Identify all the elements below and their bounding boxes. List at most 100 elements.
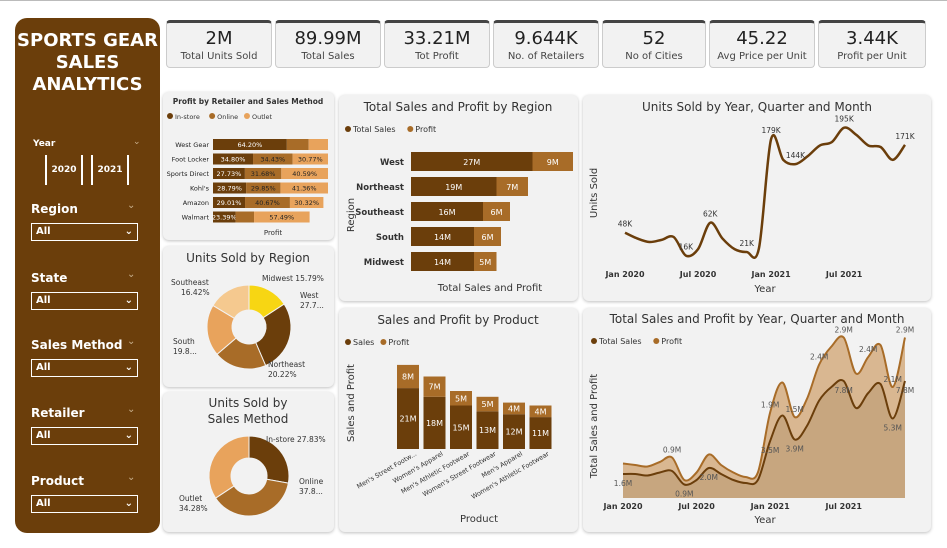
legend-label: Profit bbox=[388, 338, 409, 347]
legend-label: Profit bbox=[415, 125, 436, 134]
chevron-down-icon[interactable]: ⌄ bbox=[127, 269, 135, 280]
data-label: 3.9M bbox=[785, 445, 803, 454]
data-label: West bbox=[300, 291, 318, 300]
pie-slice bbox=[208, 435, 250, 499]
data-label: 28.79% bbox=[217, 185, 242, 193]
legend-label: Profit bbox=[661, 337, 682, 346]
data-label: 13M bbox=[479, 426, 496, 435]
retailer-select[interactable]: All ⌄ bbox=[31, 427, 138, 445]
data-label: Online bbox=[299, 477, 324, 486]
category-label: Southeast bbox=[355, 208, 404, 218]
kpi-retailers: 9.644K No. of Retailers bbox=[493, 20, 599, 68]
chart-title: Total Sales and Profit by Region bbox=[363, 100, 553, 114]
tick-label: Jan 2021 bbox=[750, 502, 791, 511]
bar-segment bbox=[286, 139, 309, 150]
data-label: 29.85% bbox=[251, 185, 276, 193]
kpi-cities: 52 No of Cities bbox=[602, 20, 706, 68]
sales-profit-by-product-panel: Sales and Profit by Product Sales Profit 21… bbox=[339, 308, 578, 532]
region-filter-label: Region bbox=[31, 202, 78, 216]
data-label: 16K bbox=[679, 243, 695, 252]
data-label: 29.01% bbox=[217, 199, 242, 207]
data-label: 2.4M bbox=[859, 345, 877, 354]
data-label: 34.80% bbox=[221, 156, 246, 164]
data-label: 15M bbox=[452, 423, 469, 432]
category-label: Foot Locker bbox=[172, 156, 210, 164]
sales-profit-by-period-chart: Total Sales and Profit by Year, Quarter … bbox=[589, 312, 914, 526]
legend-marker bbox=[380, 339, 387, 345]
data-label: 19.8... bbox=[173, 347, 197, 356]
data-label: 4M bbox=[535, 407, 547, 416]
data-label: 19M bbox=[445, 183, 462, 192]
sales-method-filter-label: Sales Method bbox=[31, 338, 123, 352]
product-filter-label: Product bbox=[31, 474, 84, 488]
kpi-total-sales: 89.99M Total Sales bbox=[275, 20, 381, 68]
data-label: 5M bbox=[479, 258, 491, 267]
data-label: 0.9M bbox=[675, 490, 693, 499]
legend-label: Total Sales bbox=[352, 125, 396, 134]
kpi-avg-price: 45.22 Avg Price per Unit bbox=[709, 20, 815, 68]
data-label: South bbox=[173, 337, 195, 346]
axis-label: Year bbox=[753, 515, 776, 526]
dropdown-arrow-icon: ⌄ bbox=[124, 430, 133, 441]
data-label: 1.6M bbox=[614, 479, 632, 488]
data-label: 41.36% bbox=[292, 185, 317, 193]
axis-label: Units Sold bbox=[589, 168, 600, 218]
legend-marker bbox=[167, 113, 173, 119]
data-label: 195K bbox=[835, 115, 855, 124]
data-label: 20.22% bbox=[268, 370, 297, 379]
chevron-down-icon[interactable]: ⌄ bbox=[127, 404, 135, 415]
kpi-total-profit: 33.21M Tot Profit bbox=[384, 20, 490, 68]
region-select[interactable]: All ⌄ bbox=[31, 223, 138, 241]
year-button-2021[interactable]: 2021 bbox=[91, 155, 129, 185]
state-select[interactable]: All ⌄ bbox=[31, 292, 138, 310]
data-label: 5M bbox=[482, 400, 494, 409]
data-label: 171K bbox=[895, 132, 915, 141]
chart-title: Profit by Retailer and Sales Method bbox=[173, 97, 324, 106]
chevron-down-icon[interactable]: ⌄ bbox=[127, 336, 135, 347]
data-label: 57.49% bbox=[269, 214, 294, 222]
data-label: 3.5M bbox=[761, 446, 779, 455]
legend-label: Outlet bbox=[252, 113, 273, 121]
tick-label: Jul 2021 bbox=[825, 270, 863, 279]
chart-title: Sales and Profit by Product bbox=[377, 313, 539, 327]
bar-segment bbox=[308, 139, 328, 150]
dropdown-arrow-icon: ⌄ bbox=[124, 295, 133, 306]
chevron-down-icon[interactable]: ⌄ bbox=[133, 137, 141, 147]
sales-method-select[interactable]: All ⌄ bbox=[31, 359, 138, 377]
data-label: 6M bbox=[491, 208, 503, 217]
data-label: 64.20% bbox=[238, 141, 263, 149]
legend-marker bbox=[243, 113, 250, 119]
tick-label: Jul 2020 bbox=[677, 502, 715, 511]
axis-label: Sales and Profit bbox=[346, 364, 357, 442]
axis-label: Region bbox=[346, 198, 357, 232]
top-divider bbox=[0, 0, 947, 1]
tick-label: Jan 2020 bbox=[604, 270, 645, 279]
dropdown-arrow-icon: ⌄ bbox=[124, 226, 133, 237]
data-label: 6M bbox=[482, 233, 494, 242]
data-label: 7.8M bbox=[896, 386, 914, 395]
axis-label: Year bbox=[753, 284, 776, 295]
data-label: 40.59% bbox=[292, 170, 317, 178]
category-label: Kohl's bbox=[190, 185, 210, 193]
data-label: 144K bbox=[786, 151, 806, 160]
category-label: South bbox=[376, 233, 404, 243]
data-label: 7.8M bbox=[834, 386, 852, 395]
year-button-2020[interactable]: 2020 bbox=[45, 155, 83, 185]
chevron-down-icon[interactable]: ⌄ bbox=[127, 200, 135, 211]
profit-by-retailer-panel: Profit by Retailer and Sales Method In-st… bbox=[163, 92, 334, 240]
data-label: 5M bbox=[455, 394, 467, 403]
chevron-down-icon[interactable]: ⌄ bbox=[127, 472, 135, 483]
data-label: 7M bbox=[429, 383, 441, 392]
legend-marker bbox=[345, 126, 351, 132]
sales-profit-by-product-chart: Sales and Profit by Product Sales Profit 21… bbox=[345, 313, 552, 525]
category-label: Midwest bbox=[364, 258, 404, 268]
product-select[interactable]: All ⌄ bbox=[31, 495, 138, 513]
data-label: 14M bbox=[434, 258, 451, 267]
data-label: 37.8... bbox=[299, 487, 323, 496]
data-label: 40.67% bbox=[255, 199, 280, 207]
data-label: 2.0M bbox=[700, 473, 718, 482]
dropdown-arrow-icon: ⌄ bbox=[124, 362, 133, 373]
data-label: 2.1M bbox=[884, 375, 902, 384]
units-by-period-chart: Units Sold by Year, Quarter and Month 48K… bbox=[589, 100, 916, 295]
axis-label: Total Sales and Profit bbox=[589, 374, 600, 479]
